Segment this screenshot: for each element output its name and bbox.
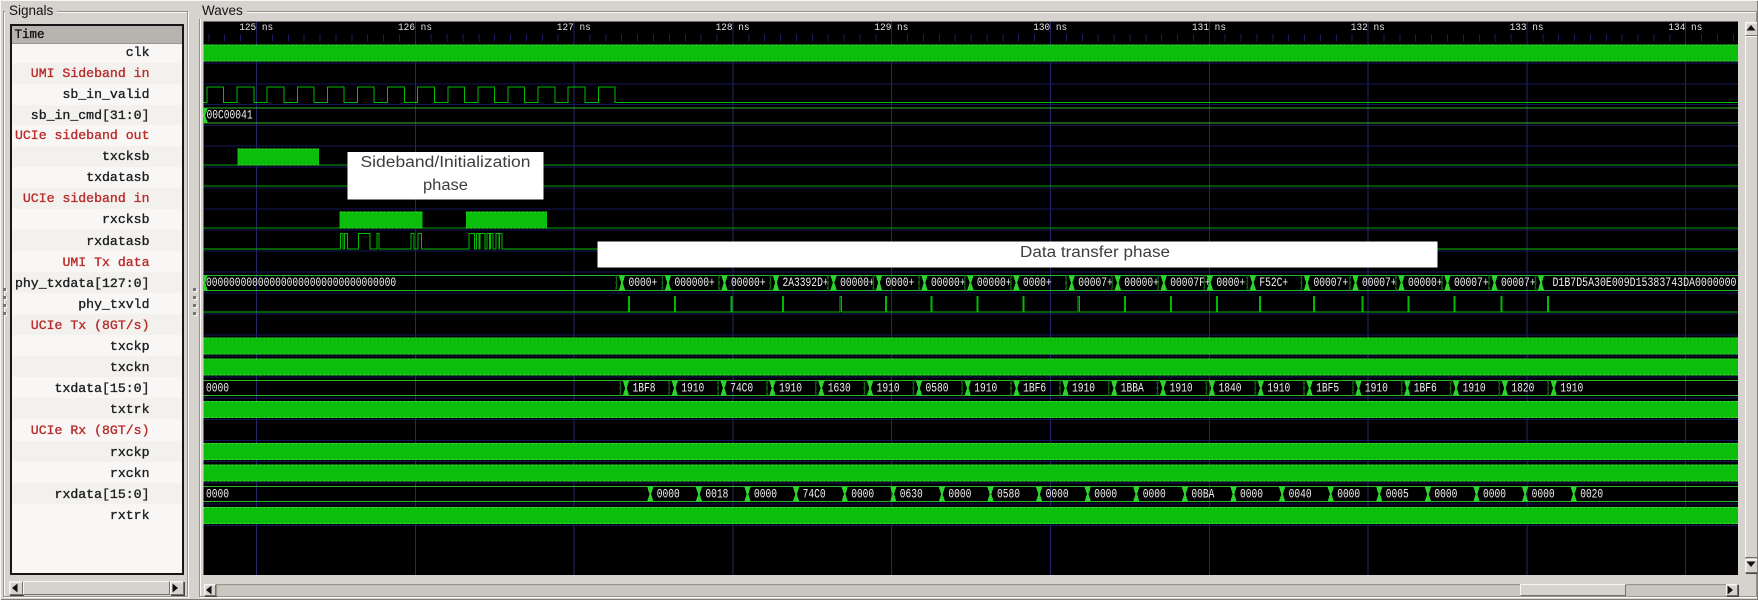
svg-text:134 ns: 134 ns (1668, 23, 1702, 34)
svg-text:126 ns: 126 ns (398, 23, 432, 34)
svg-text:0000: 0000 (754, 487, 777, 501)
svg-text:0000+: 0000+ (629, 276, 658, 290)
svg-text:2A3392D+: 2A3392D+ (783, 276, 829, 290)
svg-text:1910: 1910 (974, 381, 997, 395)
svg-text:0000: 0000 (948, 487, 971, 501)
svg-text:00000+: 00000+ (840, 276, 875, 290)
svg-text:00007+: 00007+ (1454, 276, 1489, 290)
svg-text:74C0: 74C0 (730, 381, 753, 395)
svg-text:1910: 1910 (1072, 381, 1095, 395)
svg-text:0000+: 0000+ (1023, 276, 1052, 290)
svg-text:1910: 1910 (877, 381, 900, 395)
svg-text:133 ns: 133 ns (1510, 23, 1544, 34)
svg-text:0000: 0000 (1240, 487, 1263, 501)
svg-text:127 ns: 127 ns (557, 23, 591, 34)
svg-text:128 ns: 128 ns (716, 23, 750, 34)
svg-text:0000: 0000 (206, 381, 229, 395)
svg-text:0000: 0000 (206, 487, 229, 501)
svg-text:000000+: 000000+ (675, 276, 715, 290)
svg-text:Data transfer phase: Data transfer phase (1020, 244, 1170, 261)
svg-text:1820: 1820 (1511, 381, 1534, 395)
svg-text:F52C+: F52C+ (1259, 276, 1288, 290)
svg-text:1910: 1910 (779, 381, 802, 395)
svg-text:0000: 0000 (1532, 487, 1555, 501)
svg-text:00007+: 00007+ (1078, 276, 1113, 290)
svg-text:0000: 0000 (851, 487, 874, 501)
svg-text:Sideband/Initialization: Sideband/Initialization (361, 154, 531, 171)
svg-text:130 ns: 130 ns (1033, 23, 1067, 34)
svg-text:00007+: 00007+ (1314, 276, 1349, 290)
svg-text:00007+: 00007+ (1501, 276, 1536, 290)
svg-text:00007+: 00007+ (1362, 276, 1397, 290)
svg-text:1BBA: 1BBA (1121, 381, 1144, 395)
svg-text:0000: 0000 (1337, 487, 1360, 501)
svg-text:0580: 0580 (926, 381, 949, 395)
svg-text:0000: 0000 (1483, 487, 1506, 501)
svg-text:1BF5: 1BF5 (1316, 381, 1339, 395)
svg-text:0000+: 0000+ (886, 276, 915, 290)
svg-text:0000: 0000 (657, 487, 680, 501)
svg-text:1BF8: 1BF8 (633, 381, 656, 395)
svg-text:phase: phase (423, 177, 468, 194)
svg-text:0040: 0040 (1289, 487, 1312, 501)
svg-text:1910: 1910 (1463, 381, 1486, 395)
svg-text:0630: 0630 (900, 487, 923, 501)
svg-text:129 ns: 129 ns (874, 23, 908, 34)
svg-text:1BF6: 1BF6 (1414, 381, 1437, 395)
svg-text:1910: 1910 (1267, 381, 1290, 395)
svg-text:D1B7D5A30E009D15383743DA000000: D1B7D5A30E009D15383743DA0000000 (1553, 276, 1737, 290)
svg-text:0005: 0005 (1386, 487, 1409, 501)
svg-text:0000: 0000 (1143, 487, 1166, 501)
svg-text:1BF6: 1BF6 (1023, 381, 1046, 395)
svg-text:1910: 1910 (1170, 381, 1193, 395)
svg-text:132 ns: 132 ns (1351, 23, 1385, 34)
svg-text:00000+: 00000+ (931, 276, 966, 290)
svg-text:0000+: 0000+ (1216, 276, 1245, 290)
svg-text:1630: 1630 (828, 381, 851, 395)
svg-text:00C00041: 00C00041 (207, 109, 253, 123)
svg-text:00000+: 00000+ (1124, 276, 1159, 290)
svg-text:1910: 1910 (1560, 381, 1583, 395)
svg-text:00000+: 00000+ (977, 276, 1012, 290)
svg-text:74C0: 74C0 (803, 487, 826, 501)
svg-text:0000: 0000 (1094, 487, 1117, 501)
svg-text:00000+: 00000+ (1408, 276, 1443, 290)
svg-text:1910: 1910 (1365, 381, 1388, 395)
svg-text:00000+: 00000+ (731, 276, 766, 290)
svg-text:1840: 1840 (1219, 381, 1242, 395)
svg-text:125 ns: 125 ns (239, 23, 273, 34)
svg-text:00BA: 00BA (1191, 487, 1214, 501)
svg-text:131 ns: 131 ns (1192, 23, 1226, 34)
svg-text:0580: 0580 (997, 487, 1020, 501)
svg-text:0020: 0020 (1580, 487, 1603, 501)
svg-text:0000: 0000 (1046, 487, 1069, 501)
svg-text:0000: 0000 (1434, 487, 1457, 501)
svg-text:1910: 1910 (681, 381, 704, 395)
svg-text:000000000000000000000000000000: 000000000000000000000000000000000 (206, 276, 396, 290)
svg-text:0018: 0018 (705, 487, 728, 501)
